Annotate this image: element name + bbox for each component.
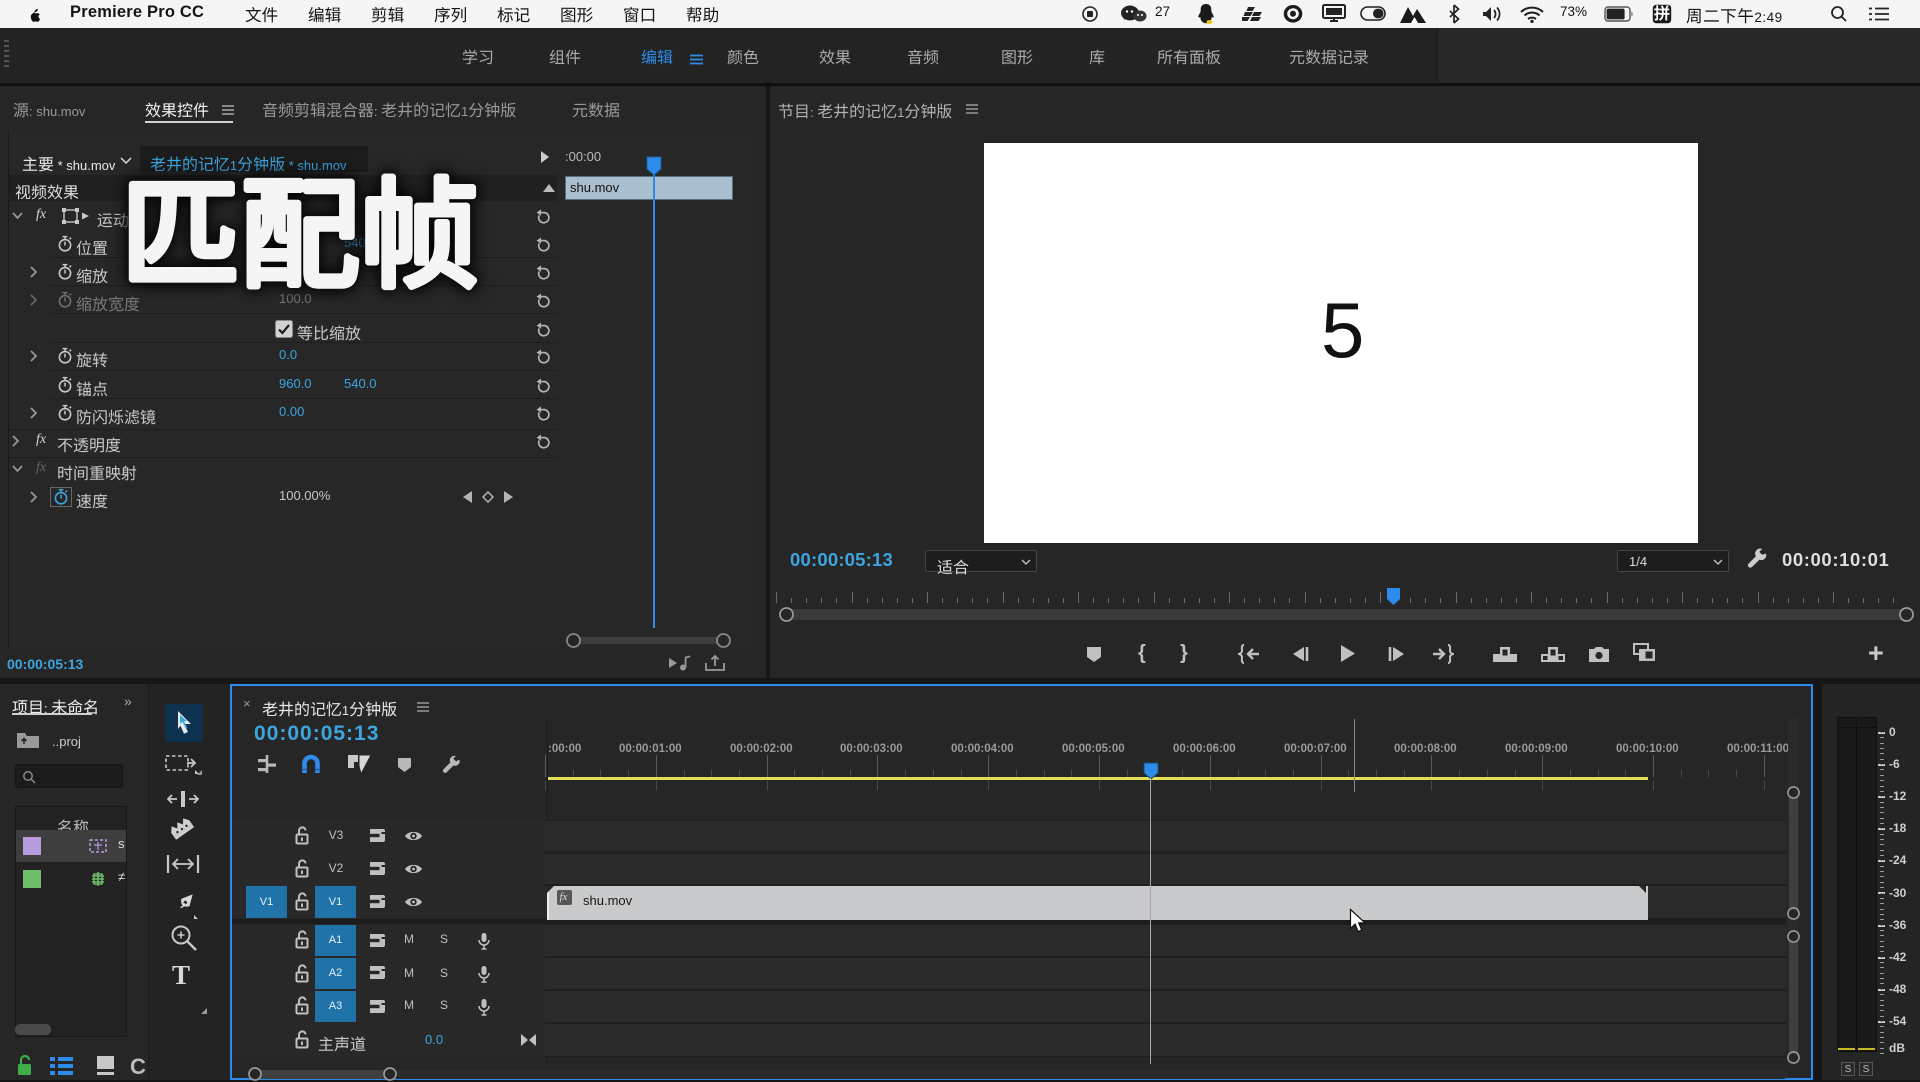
svg-text:拼: 拼 xyxy=(1654,4,1670,24)
svg-text:匹配帧: 匹配帧 xyxy=(121,140,479,312)
